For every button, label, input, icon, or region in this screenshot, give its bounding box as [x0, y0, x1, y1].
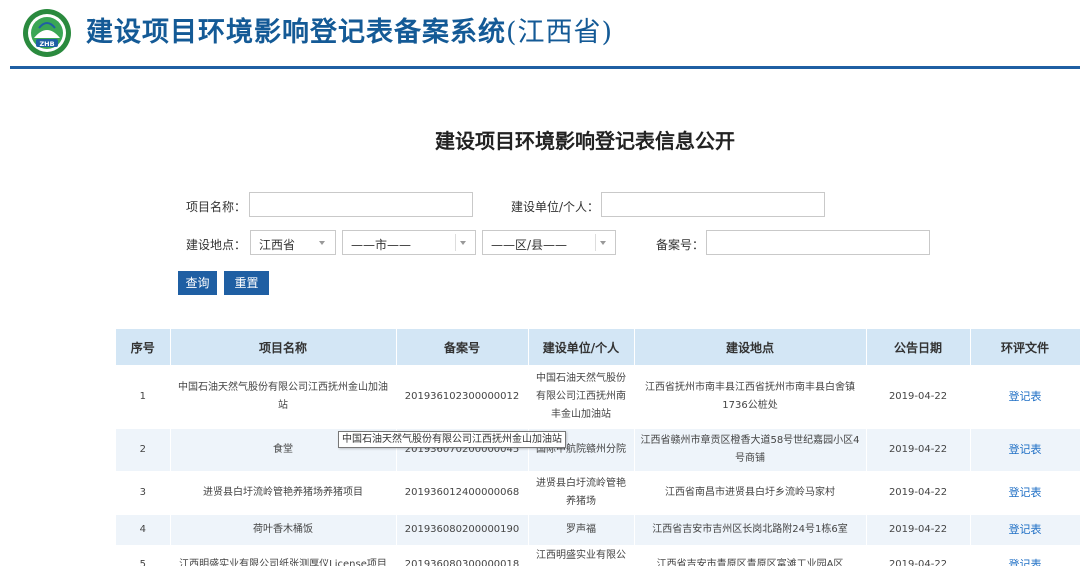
date-cell: 2019-04-22	[866, 515, 971, 545]
hover-tooltip: 中国石油天然气股份有限公司江西抚州金山加油站	[338, 431, 566, 448]
project-name-cell: 江西明盛实业有限公司纸张测厚仪License项目	[170, 545, 397, 566]
registration-form-link[interactable]: 登记表	[1009, 390, 1042, 403]
district-select[interactable]: ——区/县——	[482, 230, 616, 255]
chevron-down-icon	[455, 234, 469, 251]
column-header[interactable]: 环评文件	[970, 329, 1080, 365]
location-cell: 江西省吉安市吉州区长岗北路附24号1栋6室	[634, 515, 867, 545]
column-header[interactable]: 公告日期	[866, 329, 971, 365]
unit-cell: 中国石油天然气股份有限公司江西抚州南丰金山加油站	[528, 365, 635, 429]
project-name-cell: 进贤县白圩流岭管艳养猪场养猪项目	[170, 471, 397, 515]
table-row: 5 江西明盛实业有限公司纸张测厚仪License项目 2019360803000…	[116, 545, 1080, 566]
project-name-label: 项目名称：	[186, 200, 247, 214]
query-button[interactable]: 查询	[178, 271, 217, 295]
registration-form-link[interactable]: 登记表	[1009, 558, 1042, 566]
province-select[interactable]: 江西省	[250, 230, 336, 255]
row-number: 5	[116, 545, 171, 566]
unit-label: 建设单位/个人：	[511, 200, 600, 214]
file-cell: 登记表	[970, 515, 1080, 545]
unit-cell: 进贤县白圩流岭管艳养猪场	[528, 471, 635, 515]
site-header: ZHB 建设项目环境影响登记表备案系统(江西省)	[0, 0, 1080, 69]
page-title: 建设项目环境影响登记表信息公开	[435, 129, 735, 153]
registration-form-link[interactable]: 登记表	[1009, 443, 1042, 456]
date-cell: 2019-04-22	[866, 471, 971, 515]
city-select-value: ——市——	[351, 238, 412, 252]
file-cell: 登记表	[970, 545, 1080, 566]
table-header-row: 序号 项目名称 备案号 建设单位/个人 建设地点 公告日期 环评文件	[116, 329, 1080, 365]
unit-cell: 罗声福	[528, 515, 635, 545]
column-header[interactable]: 建设单位/个人	[528, 329, 635, 365]
date-cell: 2019-04-22	[866, 429, 971, 471]
table-row: 4 荷叶香木桶饭 201936080200000190 罗声福 江西省吉安市吉州…	[116, 515, 1080, 545]
record-number-cell: 201936080200000190	[396, 515, 529, 545]
record-number-input[interactable]	[706, 230, 930, 255]
unit-cell: 江西明盛实业有限公司	[528, 545, 635, 566]
results-table: 序号 项目名称 备案号 建设单位/个人 建设地点 公告日期 环评文件 1 中国石…	[116, 329, 1080, 566]
file-cell: 登记表	[970, 471, 1080, 515]
column-header[interactable]: 项目名称	[170, 329, 397, 365]
project-name-cell: 中国石油天然气股份有限公司江西抚州金山加油站	[170, 365, 397, 429]
row-number: 3	[116, 471, 171, 515]
row-number: 1	[116, 365, 171, 429]
district-select-value: ——区/县——	[491, 238, 568, 252]
header-divider	[10, 66, 1080, 69]
site-title-main: 建设项目环境影响登记表备案系统	[86, 17, 506, 48]
site-title: 建设项目环境影响登记表备案系统(江西省)	[86, 10, 613, 49]
location-cell: 江西省赣州市章贡区橙香大道58号世纪嘉园小区4号商铺	[634, 429, 867, 471]
table-row: 2 食堂 201936070200000045 国际中航院赣州分院 江西省赣州市…	[116, 429, 1080, 471]
zhb-logo-icon: ZHB	[23, 9, 71, 57]
registration-form-link[interactable]: 登记表	[1009, 486, 1042, 499]
location-cell: 江西省抚州市南丰县江西省抚州市南丰县白舍镇1736公桩处	[634, 365, 867, 429]
record-number-cell: 201936080300000018	[396, 545, 529, 566]
location-cell: 江西省吉安市青原区青原区富滩工业园A区	[634, 545, 867, 566]
row-number: 4	[116, 515, 171, 545]
project-name-cell: 荷叶香木桶饭	[170, 515, 397, 545]
city-select[interactable]: ——市——	[342, 230, 476, 255]
record-label: 备案号：	[656, 238, 705, 252]
logo-text: ZHB	[39, 40, 54, 48]
site-title-province: (江西省)	[506, 17, 614, 48]
chevron-down-icon	[595, 234, 609, 251]
table-row: 1 中国石油天然气股份有限公司江西抚州金山加油站 201936102300000…	[116, 365, 1080, 429]
reset-button[interactable]: 重置	[224, 271, 269, 295]
province-select-value: 江西省	[259, 238, 296, 252]
file-cell: 登记表	[970, 365, 1080, 429]
date-cell: 2019-04-22	[866, 545, 971, 566]
record-number-cell: 201936102300000012	[396, 365, 529, 429]
date-cell: 2019-04-22	[866, 365, 971, 429]
location-label: 建设地点：	[186, 238, 247, 252]
table-row: 3 进贤县白圩流岭管艳养猪场养猪项目 201936012400000068 进贤…	[116, 471, 1080, 515]
column-header[interactable]: 建设地点	[634, 329, 867, 365]
column-header[interactable]: 备案号	[396, 329, 529, 365]
record-number-cell: 201936012400000068	[396, 471, 529, 515]
location-cell: 江西省南昌市进贤县白圩乡流岭马家村	[634, 471, 867, 515]
chevron-down-icon	[315, 234, 329, 251]
registration-form-link[interactable]: 登记表	[1009, 523, 1042, 536]
file-cell: 登记表	[970, 429, 1080, 471]
project-name-input[interactable]	[249, 192, 473, 217]
unit-input[interactable]	[601, 192, 825, 217]
row-number: 2	[116, 429, 171, 471]
column-header[interactable]: 序号	[116, 329, 171, 365]
